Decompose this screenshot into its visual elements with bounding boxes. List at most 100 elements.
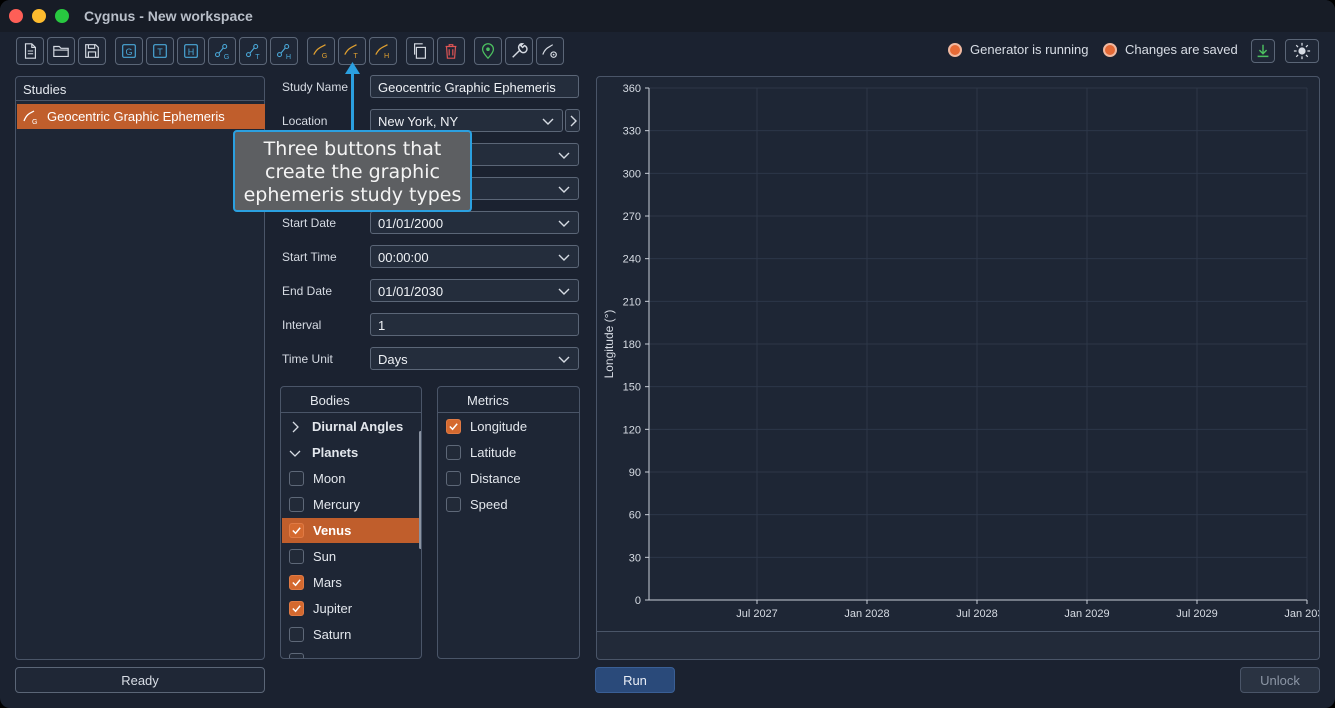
checkbox[interactable] — [289, 627, 304, 642]
metric-item-longitude[interactable]: Longitude — [439, 414, 578, 439]
heliocentric-graphic-ephemeris-button[interactable]: H — [369, 37, 397, 65]
geocentric-graphic-ephemeris-button[interactable]: G — [307, 37, 335, 65]
zoom-window-button[interactable] — [55, 9, 69, 23]
study-name-field[interactable]: Geocentric Graphic Ephemeris — [370, 75, 579, 98]
metric-item-label: Speed — [470, 497, 508, 512]
theme-toggle-button[interactable] — [1285, 39, 1319, 63]
checkbox[interactable] — [289, 497, 304, 512]
body-item-mercury[interactable]: Mercury — [282, 492, 420, 517]
bodies-scrollbar[interactable] — [419, 431, 421, 549]
metric-item-speed[interactable]: Speed — [439, 492, 578, 517]
location-pin-icon — [481, 43, 495, 60]
interval-input[interactable]: 1 — [370, 313, 579, 336]
start-time-select[interactable]: 00:00:00 — [370, 245, 579, 268]
body-item-label: Sun — [313, 549, 337, 564]
body-item-label: Venus — [313, 523, 352, 538]
body-item-moon[interactable]: Moon — [282, 466, 420, 491]
geocentric-chart-button[interactable]: G — [208, 37, 236, 65]
location-value: New York, NY — [378, 114, 459, 129]
heliocentric-table-icon: H — [184, 44, 198, 58]
close-window-button[interactable] — [9, 9, 23, 23]
topocentric-table-button[interactable]: T — [146, 37, 174, 65]
new-file-button[interactable] — [16, 37, 44, 65]
checkbox[interactable] — [289, 523, 304, 538]
callout-tooltip: Three buttons that create the graphic ep… — [233, 130, 472, 212]
location-next-button[interactable] — [565, 109, 580, 132]
start-date-value: 01/01/2000 — [378, 216, 444, 231]
body-item-saturn[interactable]: Saturn — [282, 622, 420, 647]
body-item-label: Moon — [313, 471, 346, 486]
group-planets[interactable]: Planets — [282, 440, 420, 465]
copy-button[interactable] — [406, 37, 434, 65]
time-unit-select[interactable]: Days — [370, 347, 579, 370]
y-tick-label: 180 — [623, 339, 641, 351]
body-item-jupiter[interactable]: Jupiter — [282, 596, 420, 621]
checkbox[interactable] — [289, 549, 304, 564]
checkbox[interactable] — [446, 419, 461, 434]
time-unit-label: Time Unit — [282, 352, 333, 366]
open-folder-button[interactable] — [47, 37, 75, 65]
checkbox[interactable] — [289, 575, 304, 590]
svg-text:T: T — [255, 52, 260, 60]
window-title: Cygnus - New workspace — [84, 8, 253, 24]
body-item-mars[interactable]: Mars — [282, 570, 420, 595]
geocentric-table-icon: G — [122, 44, 136, 58]
sun-icon — [1293, 42, 1311, 60]
studies-header: Studies — [16, 77, 264, 101]
checkbox[interactable] — [446, 471, 461, 486]
arrow-head-icon — [345, 62, 360, 74]
heliocentric-table-button[interactable]: H — [177, 37, 205, 65]
end-date-value: 01/01/2030 — [378, 284, 444, 299]
save-button[interactable] — [78, 37, 106, 65]
body-item-venus[interactable]: Venus — [282, 518, 420, 543]
checkbox[interactable] — [289, 601, 304, 616]
app-window: Cygnus - New workspace G T H G T H G T H Generat… — [0, 0, 1335, 708]
heliocentric-chart-button[interactable]: H — [270, 37, 298, 65]
location-select[interactable]: New York, NY — [370, 109, 563, 132]
ready-button[interactable]: Ready — [15, 667, 265, 693]
y-tick-label: 300 — [623, 168, 641, 180]
chart-settings-button[interactable] — [536, 37, 564, 65]
download-button[interactable] — [1251, 39, 1275, 63]
metric-item-latitude[interactable]: Latitude — [439, 440, 578, 465]
topocentric-chart-button[interactable]: T — [239, 37, 267, 65]
start-date-select[interactable]: 01/01/2000 — [370, 211, 579, 234]
checkbox[interactable] — [289, 471, 304, 486]
bodies-panel: Bodies Diurnal Angles Planets Moon Mercur… — [280, 386, 422, 659]
body-item-label: Saturn — [313, 627, 352, 642]
body-item-label: Mars — [313, 575, 342, 590]
checkbox[interactable] — [446, 497, 461, 512]
study-name-label: Study Name — [282, 80, 349, 94]
y-tick-label: 240 — [623, 254, 641, 266]
svg-text:T: T — [157, 47, 163, 57]
end-date-select[interactable]: 01/01/2030 — [370, 279, 579, 302]
chevron-down-icon — [558, 356, 570, 363]
chevron-down-icon — [542, 118, 554, 125]
save-status: Changes are saved — [1103, 42, 1238, 57]
list-item-partial — [282, 648, 420, 658]
topocentric-table-icon: T — [153, 44, 167, 58]
topocentric-graphic-ephemeris-button[interactable]: T — [338, 37, 366, 65]
save-status-label: Changes are saved — [1125, 42, 1238, 57]
study-item-geocentric-graphic-ephemeris[interactable]: G Geocentric Graphic Ephemeris — [17, 104, 265, 129]
interval-label: Interval — [282, 318, 322, 332]
run-button[interactable]: Run — [595, 667, 675, 693]
group-diurnal-angles[interactable]: Diurnal Angles — [282, 414, 420, 439]
geocentric-table-button[interactable]: G — [115, 37, 143, 65]
checkbox[interactable] — [446, 445, 461, 460]
unlock-button[interactable]: Unlock — [1240, 667, 1320, 693]
trash-button[interactable] — [437, 37, 465, 65]
x-tick-label: Jan 2030 — [1284, 608, 1319, 620]
checkbox — [289, 653, 304, 658]
generator-status-label: Generator is running — [970, 42, 1089, 57]
y-tick-label: 90 — [629, 467, 641, 479]
svg-text:H: H — [286, 52, 291, 60]
start-time-label: Start Time — [282, 250, 337, 264]
body-item-sun[interactable]: Sun — [282, 544, 420, 569]
metric-item-distance[interactable]: Distance — [439, 466, 578, 491]
location-pin-button[interactable] — [474, 37, 502, 65]
wrench-button[interactable] — [505, 37, 533, 65]
minimize-window-button[interactable] — [32, 9, 46, 23]
download-icon — [1257, 44, 1269, 58]
studies-panel: Studies G Geocentric Graphic Ephemeris — [15, 76, 265, 660]
